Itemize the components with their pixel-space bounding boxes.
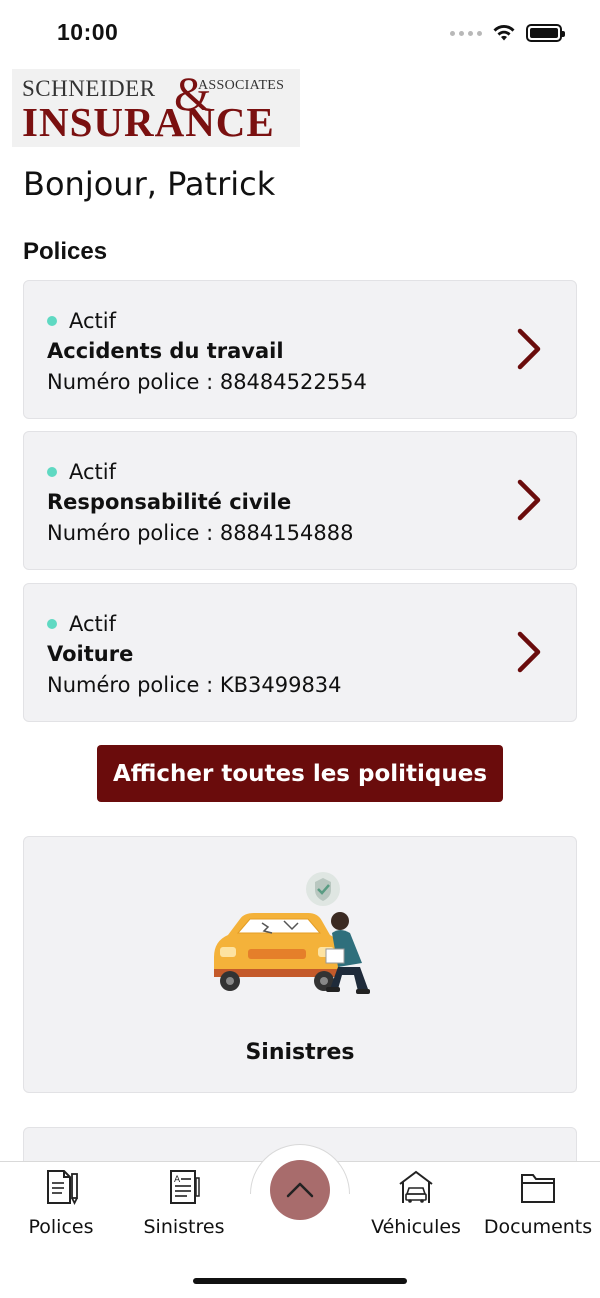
policy-card[interactable]: Actif Responsabilité civile Numéro polic… [23, 431, 577, 570]
policy-name: Responsabilité civile [47, 490, 292, 514]
tab-label: Sinistres [143, 1216, 225, 1238]
car-garage-icon [399, 1170, 433, 1203]
folder-icon [521, 1174, 555, 1203]
show-all-policies-button[interactable]: Afficher toutes les politiques [97, 745, 503, 802]
policy-number: Numéro police : KB3499834 [47, 673, 342, 697]
policy-number: Numéro police : 8884154888 [47, 521, 354, 545]
active-status-dot [47, 467, 57, 477]
policy-card[interactable]: Actif Voiture Numéro police : KB3499834 [23, 583, 577, 722]
tab-vehicules[interactable]: Véhicules [371, 1168, 461, 1238]
home-indicator[interactable] [193, 1278, 407, 1284]
cellular-signal-icon [450, 30, 482, 36]
logo-text-insurance: INSURANCE [22, 99, 275, 145]
policy-status: Actif [47, 309, 116, 333]
tab-label: Polices [28, 1216, 94, 1238]
logo-text-associates: ASSOCIATES [198, 78, 285, 93]
status-bar: 10:00 [0, 0, 600, 66]
claims-title: Sinistres [245, 1040, 355, 1065]
company-logo: SCHNEIDER & ASSOCIATES INSURANCE [12, 69, 300, 147]
tab-documents[interactable]: Documents [483, 1168, 593, 1238]
status-icons [450, 24, 565, 42]
chevron-right-icon[interactable] [512, 327, 546, 371]
policy-status: Actif [47, 460, 116, 484]
policy-number: Numéro police : 88484522554 [47, 370, 367, 394]
tab-label: Véhicules [371, 1216, 461, 1238]
policy-card[interactable]: Actif Accidents du travail Numéro police… [23, 280, 577, 419]
wifi-icon [493, 25, 515, 41]
policy-status: Actif [47, 612, 116, 636]
tab-sinistres[interactable]: A Sinistres [143, 1168, 225, 1238]
claims-card[interactable]: Sinistres [23, 836, 577, 1093]
battery-icon [526, 24, 565, 42]
tab-polices[interactable]: Polices [28, 1168, 94, 1238]
policy-status-label: Actif [69, 460, 117, 484]
policy-status-label: Actif [69, 612, 117, 636]
chevron-right-icon[interactable] [512, 630, 546, 674]
active-status-dot [47, 619, 57, 629]
claims-document-icon: A [170, 1170, 200, 1204]
svg-text:A: A [174, 1175, 181, 1185]
chevron-up-icon [286, 1182, 314, 1198]
policy-status-label: Actif [69, 309, 117, 333]
policy-name: Accidents du travail [47, 339, 284, 363]
expand-menu-button[interactable] [270, 1160, 330, 1220]
car-accident-illustration [214, 872, 370, 994]
tab-label: Documents [483, 1216, 593, 1238]
policies-section-title: Polices [23, 238, 108, 265]
chevron-right-icon[interactable] [512, 478, 546, 522]
active-status-dot [47, 316, 57, 326]
greeting: Bonjour, Patrick [23, 165, 276, 203]
policy-document-icon [47, 1170, 78, 1206]
policy-name: Voiture [47, 642, 134, 666]
status-time: 10:00 [57, 19, 119, 45]
